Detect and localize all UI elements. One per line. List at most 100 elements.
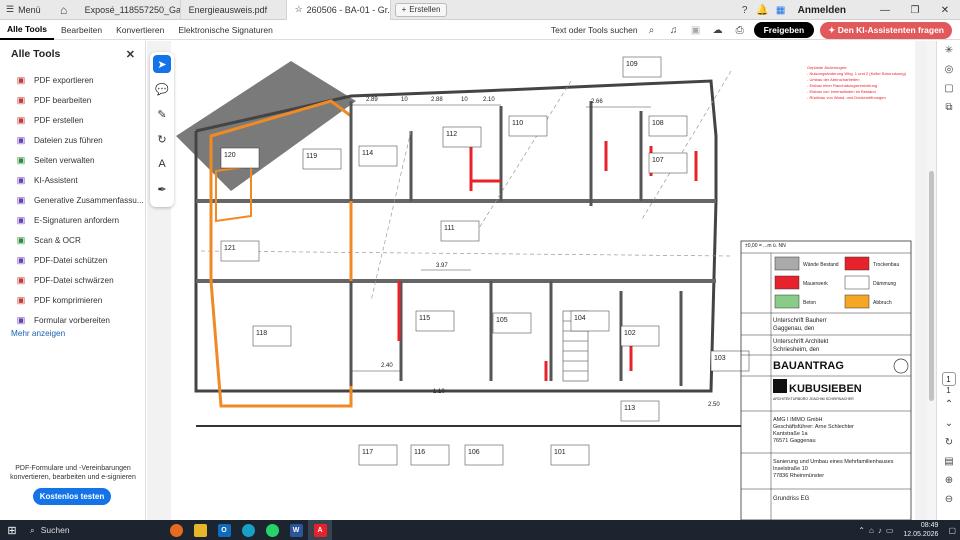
search-tools-label[interactable]: Text oder Tools suchen bbox=[551, 25, 638, 35]
tab-bauantrag[interactable]: ☆ 260506 - BA-01 - Gr... ✕ bbox=[286, 0, 391, 20]
free-trial-button[interactable]: Kostenlos testen bbox=[33, 488, 111, 505]
room-number: 111 bbox=[444, 225, 455, 232]
legend-swatch bbox=[774, 275, 800, 290]
menu-e-signatures[interactable]: Elektronische Signaturen bbox=[171, 20, 280, 40]
read-aloud-icon[interactable]: ♫ bbox=[666, 22, 682, 38]
room-number: 101 bbox=[554, 449, 566, 456]
tool-redact[interactable]: ▣ PDF-Datei schwärzen bbox=[0, 270, 146, 290]
scroll-thumb[interactable] bbox=[929, 171, 934, 401]
tool-form[interactable]: ▣ Formular vorbereiten bbox=[0, 310, 146, 330]
comment-icon[interactable]: 💬 bbox=[153, 80, 171, 98]
document-viewer[interactable]: 2.89 10 2.88 10 2.10 2.66 3.97 2.40 1.10 2.50 109… bbox=[147, 41, 927, 520]
protect-icon: ▣ bbox=[16, 254, 26, 265]
room-number: 105 bbox=[496, 317, 508, 324]
chevron-up-icon[interactable]: ⌃ bbox=[937, 395, 960, 414]
svg-text:Geplante Änderungen:: Geplante Änderungen: bbox=[807, 65, 847, 70]
zoom-in-icon[interactable]: ⊕ bbox=[937, 471, 960, 490]
legend-label: Trockenbau bbox=[873, 262, 899, 268]
tool-scan[interactable]: ▣ Scan & OCR bbox=[0, 230, 146, 250]
floor-plan-drawing: 2.89 10 2.88 10 2.10 2.66 3.97 2.40 1.10 2.50 109… bbox=[176, 56, 912, 520]
battery-icon[interactable]: ▭ bbox=[886, 526, 894, 535]
tool-combine-files[interactable]: ▣ Dateien zus führen bbox=[0, 130, 146, 150]
client-line: 76571 Gaggenau bbox=[773, 438, 816, 444]
legend-label: Abbruch bbox=[873, 300, 892, 306]
network-icon[interactable]: ⌂ bbox=[869, 526, 874, 535]
minimize-icon[interactable]: — bbox=[870, 0, 900, 20]
share-button[interactable]: Freigeben bbox=[753, 22, 815, 38]
copy-pages-icon[interactable]: ⧉ bbox=[937, 98, 960, 117]
home-icon[interactable]: ⌂ bbox=[51, 0, 77, 20]
ai-assistant-button[interactable]: ✦ Den KI-Assistenten fragen bbox=[820, 21, 952, 39]
page-number-input[interactable]: 1 bbox=[941, 372, 956, 386]
room-number: 117 bbox=[362, 449, 373, 456]
print-icon[interactable]: ⎙ bbox=[732, 22, 748, 38]
menu-all-tools[interactable]: Alle Tools bbox=[0, 20, 54, 40]
menu-label: Menü bbox=[18, 4, 41, 15]
help-icon[interactable]: ? bbox=[736, 0, 754, 20]
select-arrow-icon[interactable]: ➤ bbox=[153, 55, 171, 73]
ai-chat-icon[interactable]: ✳ bbox=[937, 41, 960, 60]
tool-protect[interactable]: ▣ PDF-Datei schützen bbox=[0, 250, 146, 270]
room-number: 114 bbox=[362, 150, 373, 157]
whatsapp-icon[interactable] bbox=[260, 520, 284, 540]
search-icon[interactable]: ⌕ bbox=[644, 22, 660, 38]
plus-icon: + bbox=[401, 5, 407, 14]
save-icon[interactable]: ▣ bbox=[688, 22, 704, 38]
draw-loop-icon[interactable]: ↻ bbox=[153, 130, 171, 148]
show-more-link[interactable]: Mehr anzeigen bbox=[11, 329, 65, 338]
tray-chevron-icon[interactable]: ⌃ bbox=[858, 526, 865, 535]
upload-cloud-icon[interactable]: ☁ bbox=[710, 22, 726, 38]
room-number: 110 bbox=[512, 120, 523, 127]
tool-signature[interactable]: ▣ E-Signaturen anfordern bbox=[0, 210, 146, 230]
file-explorer-icon[interactable] bbox=[188, 520, 212, 540]
notification-bell-icon[interactable]: 🔔 bbox=[754, 0, 772, 20]
legend-swatch bbox=[844, 294, 870, 309]
promo-text: PDF-Formulare und -Vereinbarungen konver… bbox=[10, 465, 136, 481]
ai-assistant-label: Den KI-Assistenten fragen bbox=[837, 24, 944, 35]
menu-button[interactable]: ☰ Menü bbox=[0, 0, 51, 20]
tab-expose[interactable]: Exposé_118557250_Gagg... bbox=[77, 0, 181, 20]
room-number: 121 bbox=[224, 245, 236, 252]
svg-text:±0,00 = ...m ü. NN: ±0,00 = ...m ü. NN bbox=[745, 243, 786, 249]
zoom-out-icon[interactable]: ⊖ bbox=[937, 490, 960, 509]
tab-energieausweis[interactable]: Energieausweis.pdf bbox=[181, 0, 287, 20]
volume-icon[interactable]: ♪ bbox=[878, 526, 882, 535]
outlook-icon[interactable]: O bbox=[212, 520, 236, 540]
menu-convert[interactable]: Konvertieren bbox=[109, 20, 171, 40]
menu-edit[interactable]: Bearbeiten bbox=[54, 20, 109, 40]
text-box-icon[interactable]: A bbox=[153, 155, 171, 173]
word-icon[interactable]: W bbox=[284, 520, 308, 540]
comments-icon[interactable]: ◎ bbox=[937, 60, 960, 79]
clock-time: 08:49 bbox=[920, 522, 939, 529]
create-button[interactable]: + Erstellen bbox=[394, 2, 448, 17]
clock[interactable]: 08:49 12.05.2026 bbox=[903, 521, 938, 539]
tool-ai-assistant[interactable]: ▣ KI-Assistent bbox=[0, 170, 146, 190]
tool-create-pdf[interactable]: ▣ PDF erstellen bbox=[0, 110, 146, 130]
plan-notes: Geplante Änderungen: - Nutzungsänderung … bbox=[807, 65, 907, 100]
pencil-icon[interactable]: ✎ bbox=[153, 105, 171, 123]
page-total: 1 bbox=[946, 386, 951, 395]
maximize-icon[interactable]: ❐ bbox=[900, 0, 930, 20]
windows-start-icon[interactable]: ⊞ bbox=[0, 520, 24, 540]
close-panel-icon[interactable]: ✕ bbox=[126, 48, 135, 61]
room-number: 106 bbox=[468, 449, 480, 456]
close-window-icon[interactable]: ✕ bbox=[930, 0, 960, 20]
apps-grid-icon[interactable]: ▦ bbox=[772, 0, 790, 20]
edge-icon[interactable] bbox=[236, 520, 260, 540]
tool-compress[interactable]: ▣ PDF komprimieren bbox=[0, 290, 146, 310]
firefox-icon[interactable] bbox=[164, 520, 188, 540]
refresh-icon[interactable]: ↻ bbox=[937, 433, 960, 452]
notifications-icon[interactable]: ▢ bbox=[948, 526, 956, 535]
sign-in-button[interactable]: Anmelden bbox=[798, 5, 846, 16]
taskbar-search[interactable]: ⌕ Suchen bbox=[24, 520, 164, 540]
tool-organize-pages[interactable]: ▣ Seiten verwalten bbox=[0, 150, 146, 170]
signature-pen-icon[interactable]: ✒ bbox=[153, 180, 171, 198]
save-page-icon[interactable]: ▤ bbox=[937, 452, 960, 471]
chevron-down-icon[interactable]: ⌄ bbox=[937, 414, 960, 433]
tool-summary[interactable]: ▣ Generative Zusammenfassu... bbox=[0, 190, 146, 210]
acrobat-icon[interactable]: A bbox=[308, 520, 332, 540]
tool-export-pdf[interactable]: ▣ PDF exportieren bbox=[0, 70, 146, 90]
bookmark-icon[interactable]: ▢ bbox=[937, 79, 960, 98]
tool-edit-pdf[interactable]: ▣ PDF bearbeiten bbox=[0, 90, 146, 110]
vertical-scrollbar[interactable] bbox=[927, 41, 936, 520]
